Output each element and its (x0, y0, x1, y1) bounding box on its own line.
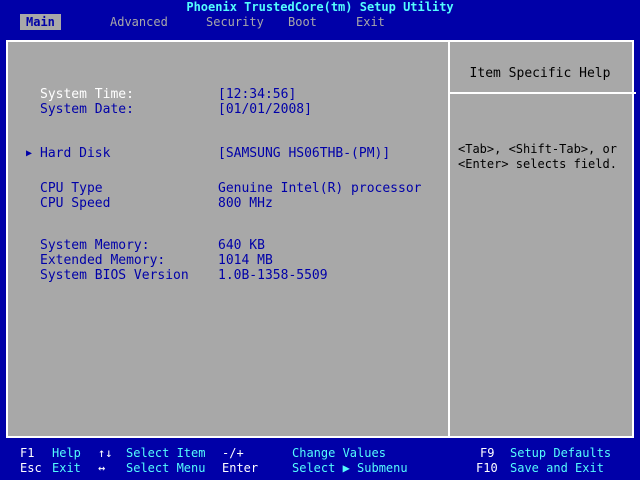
key-updown: ↑↓ (98, 446, 113, 460)
menu-boot[interactable]: Boot (282, 14, 323, 30)
key-f1-desc: Help (52, 446, 81, 460)
help-divider (448, 42, 450, 436)
submenu-arrow-icon: ▶ (26, 148, 33, 159)
key-updown-desc: Select Item (126, 446, 206, 460)
key-f1: F1 (20, 446, 35, 460)
cpu-type-label: CPU Type (40, 181, 103, 196)
hard-disk-value[interactable]: [SAMSUNG HS06THB-(PM)] (218, 146, 390, 161)
help-text: <Tab>, <Shift-Tab>, or <Enter> selects f… (458, 142, 617, 171)
extended-memory-label: Extended Memory: (40, 253, 166, 268)
menu-advanced[interactable]: Advanced (104, 14, 174, 30)
key-plusminus-desc: Change Values (292, 446, 386, 460)
key-leftright-desc: Select Menu (126, 461, 206, 475)
key-esc-desc: Exit (52, 461, 81, 475)
system-time-value[interactable]: [12:34:56] (218, 87, 296, 102)
key-f10: F10 (476, 461, 498, 475)
key-f9: F9 (480, 446, 495, 460)
extended-memory-value: 1014 MB (218, 253, 273, 268)
cpu-speed-value: 800 MHz (218, 196, 273, 211)
system-date-label: System Date: (40, 102, 134, 117)
key-f9-desc: Setup Defaults (510, 446, 612, 460)
key-enter-desc: Select ▶ Submenu (292, 461, 408, 475)
bios-version-value: 1.0B-1358-5509 (218, 268, 328, 283)
system-time-label: System Time: (40, 87, 134, 102)
system-memory-value: 640 KB (218, 238, 265, 253)
system-date-value[interactable]: [01/01/2008] (218, 102, 312, 117)
key-plusminus: -/+ (222, 446, 244, 460)
hard-disk-label[interactable]: Hard Disk (40, 146, 110, 161)
cpu-type-value: Genuine Intel(R) processor (218, 181, 422, 196)
menu-bar: Main Advanced Security Boot Exit (0, 14, 640, 30)
menu-main[interactable]: Main (20, 14, 61, 30)
window-title: Phoenix TrustedCore(tm) Setup Utility (186, 0, 454, 14)
cpu-speed-label: CPU Speed (40, 196, 111, 211)
help-title: Item Specific Help (469, 66, 611, 81)
menu-exit[interactable]: Exit (350, 14, 391, 30)
menu-security[interactable]: Security (200, 14, 270, 30)
key-leftright: ↔ (98, 461, 106, 475)
key-esc: Esc (20, 461, 42, 475)
key-enter: Enter (222, 461, 259, 475)
system-memory-label: System Memory: (40, 238, 150, 253)
key-f10-desc: Save and Exit (510, 461, 604, 475)
main-panel: Item Specific Help <Tab>, <Shift-Tab>, o… (6, 40, 636, 438)
help-title-separator (450, 92, 636, 94)
bios-version-label: System BIOS Version (40, 268, 189, 283)
key-legend: F1 Help ↑↓ Select Item -/+ Change Values… (0, 444, 640, 480)
